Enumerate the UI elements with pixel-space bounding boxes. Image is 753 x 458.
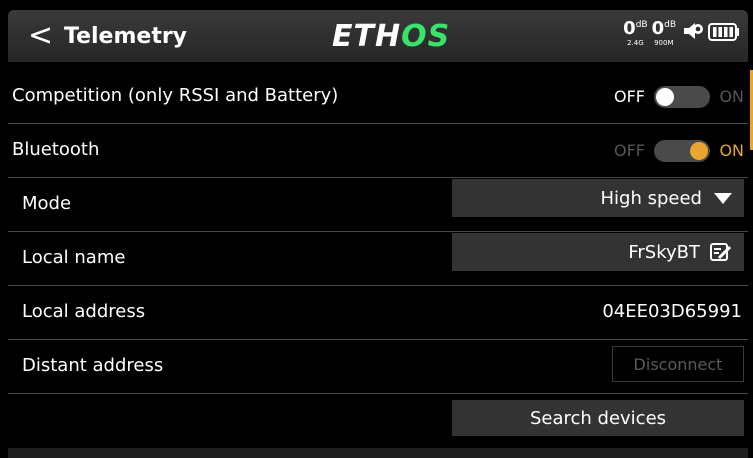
row-local-name: Local name FrSkyBT bbox=[8, 232, 748, 286]
chevron-down-icon bbox=[714, 192, 732, 204]
row-distant-address: Distant address Disconnect bbox=[8, 340, 748, 394]
search-devices-button[interactable]: Search devices bbox=[452, 400, 744, 436]
back-icon[interactable]: < bbox=[28, 18, 53, 54]
bluetooth-toggle[interactable]: OFF ON bbox=[614, 137, 744, 165]
local-name-label: Local name bbox=[22, 247, 126, 268]
disconnect-button[interactable]: Disconnect bbox=[612, 346, 744, 382]
row-search: Search devices bbox=[8, 398, 748, 444]
header-bar: < Telemetry ETHOS 0dB 2.4G 0dB 900M bbox=[8, 10, 748, 62]
page-title: Telemetry bbox=[64, 24, 188, 49]
distant-address-label: Distant address bbox=[22, 355, 164, 376]
local-address-value: 04EE03D65991 bbox=[602, 301, 742, 322]
row-mode: Mode High speed bbox=[8, 178, 748, 232]
bottom-strip bbox=[8, 448, 748, 458]
ethos-logo: ETHOS bbox=[332, 19, 451, 54]
row-competition: Competition (only RSSI and Battery) OFF … bbox=[8, 70, 748, 124]
competition-label: Competition (only RSSI and Battery) bbox=[12, 85, 339, 106]
status-area: 0dB 2.4G 0dB 900M bbox=[623, 20, 740, 52]
mode-label: Mode bbox=[22, 193, 72, 214]
row-bluetooth: Bluetooth OFF ON bbox=[8, 124, 748, 178]
signal-900m: 0dB 900M bbox=[651, 18, 676, 47]
speaker-icon bbox=[684, 23, 703, 39]
competition-toggle[interactable]: OFF ON bbox=[614, 83, 744, 111]
local-address-label: Local address bbox=[22, 301, 146, 322]
local-name-field[interactable]: FrSkyBT bbox=[452, 233, 744, 271]
row-local-address: Local address 04EE03D65991 bbox=[8, 286, 748, 340]
mode-dropdown[interactable]: High speed bbox=[452, 179, 744, 217]
signal-24g: 0dB 2.4G bbox=[623, 18, 648, 47]
bluetooth-label: Bluetooth bbox=[12, 139, 100, 160]
battery-icon bbox=[708, 23, 739, 41]
edit-icon bbox=[710, 243, 732, 261]
